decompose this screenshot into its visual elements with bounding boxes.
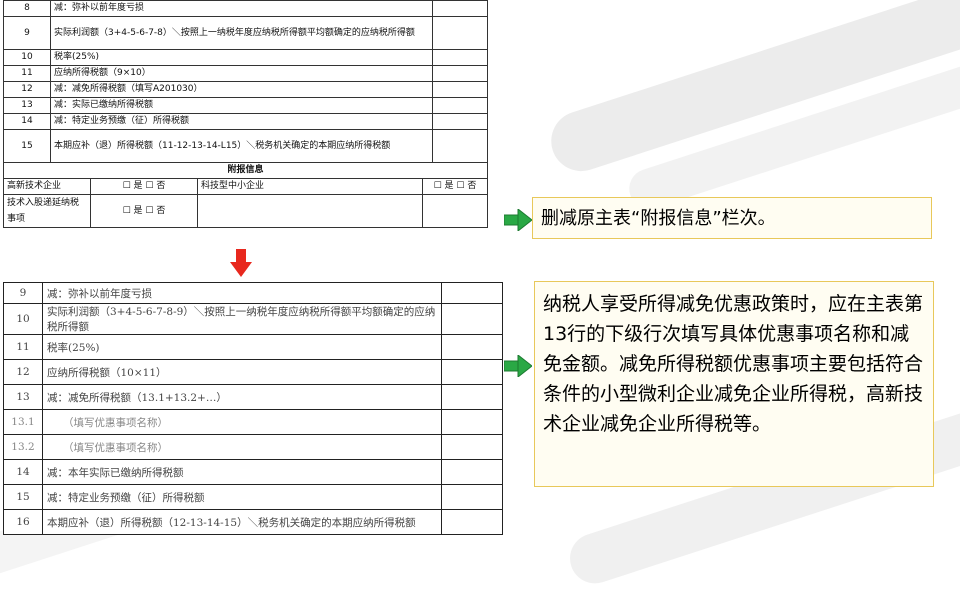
row-number: 11 <box>3 334 43 360</box>
appendix-header: 附报信息 <box>3 162 488 179</box>
row-value-cell[interactable] <box>432 16 488 50</box>
row-description: 减：弥补以前年度亏损 <box>50 0 433 17</box>
row-value-cell[interactable] <box>432 97 488 114</box>
row-number: 13.2 <box>3 434 43 460</box>
row-description: 减：特定业务预缴（征）所得税额 <box>50 113 433 130</box>
row-value-cell[interactable] <box>432 49 488 66</box>
appendix-row: 高新技术企业 ☐ 是 ☐ 否 科技型中小企业 ☐ 是 ☐ 否 <box>3 178 488 195</box>
appendix-label: 科技型中小企业 <box>197 179 423 194</box>
yes-no-checkbox[interactable]: ☐ 是 ☐ 否 <box>90 179 198 194</box>
row-number: 16 <box>3 509 43 535</box>
row-value-cell[interactable] <box>441 384 503 410</box>
note-reduction-items: 纳税人享受所得减免优惠政策时，应在主表第13行的下级行次填写具体优惠事项名称和减… <box>534 281 934 487</box>
revised-form-table: 9 减：弥补以前年度亏损 10 实际利润额（3+4-5-6-7-8-9）＼按照上一纳税… <box>3 282 503 535</box>
row-description: 应纳所得税额（9×10） <box>50 65 433 82</box>
row-description: 税率(25%) <box>42 334 442 360</box>
row-value-cell[interactable] <box>441 459 503 485</box>
table-row: 10 税率(25%) <box>3 49 488 66</box>
row-number: 14 <box>3 113 51 130</box>
table-row: 12 应纳所得税额（10×11） <box>3 359 503 385</box>
row-number: 8 <box>3 0 51 17</box>
table-row: 13 减：实际已缴纳所得税额 <box>3 97 488 114</box>
row-description: 税率(25%) <box>50 49 433 66</box>
row-value-cell[interactable] <box>432 0 488 17</box>
arrow-down-icon <box>230 249 252 277</box>
appendix-row: 技术入股递延纳税事项 ☐ 是 ☐ 否 <box>3 194 488 228</box>
row-value-cell[interactable] <box>441 303 503 335</box>
row-description: 减：减免所得税额（13.1+13.2+…） <box>42 384 442 410</box>
row-number: 10 <box>3 303 43 335</box>
row-description: 实际利润额（3+4-5-6-7-8-9）＼按照上一纳税年度应纳税所得额平均额确定… <box>42 303 442 335</box>
row-value-cell[interactable] <box>432 81 488 98</box>
table-row: 8 减：弥补以前年度亏损 <box>3 0 488 17</box>
row-value-cell[interactable] <box>432 129 488 163</box>
table-row: 12 减：减免所得税额（填写A201030） <box>3 81 488 98</box>
row-value-cell[interactable] <box>441 359 503 385</box>
original-form-table: 8 减：弥补以前年度亏损 9 实际利润额（3+4-5-6-7-8）＼按照上一纳税年度应… <box>3 0 488 228</box>
table-row: 9 实际利润额（3+4-5-6-7-8）＼按照上一纳税年度应纳税所得额平均额确定的… <box>3 16 488 50</box>
row-description: 实际利润额（3+4-5-6-7-8）＼按照上一纳税年度应纳税所得额平均额确定的应… <box>50 16 433 50</box>
table-row: 14 减：本年实际已缴纳所得税额 <box>3 459 503 485</box>
table-row: 11 税率(25%) <box>3 334 503 360</box>
row-value-cell[interactable] <box>441 409 503 435</box>
row-description: （填写优惠事项名称） <box>42 409 442 435</box>
table-row: 13.1 （填写优惠事项名称） <box>3 409 503 435</box>
row-value-cell[interactable] <box>432 113 488 130</box>
row-description: （填写优惠事项名称） <box>42 434 442 460</box>
row-description: 本期应补（退）所得税额（11-12-13-14-L15）＼税务机关确定的本期应纳… <box>50 129 433 163</box>
row-value-cell[interactable] <box>441 282 503 304</box>
table-row: 14 减：特定业务预缴（征）所得税额 <box>3 113 488 130</box>
appendix-label: 高新技术企业 <box>4 179 91 194</box>
yes-no-checkbox[interactable]: ☐ 是 ☐ 否 <box>90 195 198 227</box>
row-description: 减：本年实际已缴纳所得税额 <box>42 459 442 485</box>
row-value-cell[interactable] <box>441 334 503 360</box>
yes-no-checkbox[interactable]: ☐ 是 ☐ 否 <box>423 179 488 194</box>
row-number: 10 <box>3 49 51 66</box>
row-number: 9 <box>3 16 51 50</box>
row-description: 减：弥补以前年度亏损 <box>42 282 442 304</box>
row-number: 11 <box>3 65 51 82</box>
appendix-header-row: 附报信息 <box>3 162 488 179</box>
table-row: 9 减：弥补以前年度亏损 <box>3 282 503 304</box>
row-value-cell[interactable] <box>441 434 503 460</box>
table-row: 15 本期应补（退）所得税额（11-12-13-14-L15）＼税务机关确定的本期… <box>3 129 488 163</box>
row-description: 本期应补（退）所得税额（12-13-14-15）＼税务机关确定的本期应纳所得税额 <box>42 509 442 535</box>
note-remove-appendix: 删减原主表“附报信息”栏次。 <box>532 197 932 239</box>
table-row: 16 本期应补（退）所得税额（12-13-14-15）＼税务机关确定的本期应纳所得… <box>3 509 503 535</box>
row-description: 减：实际已缴纳所得税额 <box>50 97 433 114</box>
table-row: 10 实际利润额（3+4-5-6-7-8-9）＼按照上一纳税年度应纳税所得额平均额… <box>3 303 503 335</box>
row-value-cell[interactable] <box>441 509 503 535</box>
row-value-cell[interactable] <box>441 484 503 510</box>
row-number: 12 <box>3 81 51 98</box>
row-number: 13 <box>3 97 51 114</box>
row-description: 减：特定业务预缴（征）所得税额 <box>42 484 442 510</box>
row-number: 13.1 <box>3 409 43 435</box>
row-number: 15 <box>3 484 43 510</box>
table-row: 11 应纳所得税额（9×10） <box>3 65 488 82</box>
row-number: 14 <box>3 459 43 485</box>
table-row: 15 减：特定业务预缴（征）所得税额 <box>3 484 503 510</box>
row-number: 15 <box>3 129 51 163</box>
row-value-cell[interactable] <box>432 65 488 82</box>
appendix-label: 技术入股递延纳税事项 <box>4 195 91 227</box>
arrow-right-icon <box>504 355 532 377</box>
row-number: 13 <box>3 384 43 410</box>
row-number: 12 <box>3 359 43 385</box>
row-number: 9 <box>3 282 43 304</box>
table-row: 13 减：减免所得税额（13.1+13.2+…） <box>3 384 503 410</box>
row-description: 应纳所得税额（10×11） <box>42 359 442 385</box>
row-description: 减：减免所得税额（填写A201030） <box>50 81 433 98</box>
table-row: 13.2 （填写优惠事项名称） <box>3 434 503 460</box>
arrow-right-icon <box>504 209 532 231</box>
